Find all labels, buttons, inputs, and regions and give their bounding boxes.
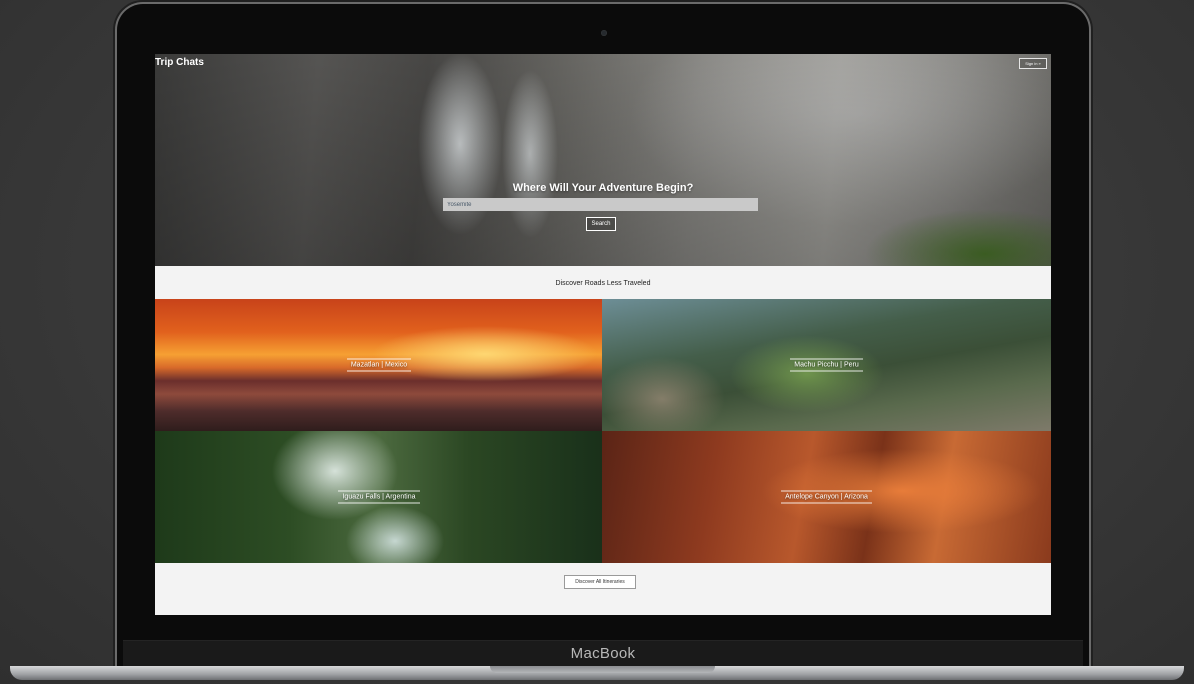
destination-label: Mazatlan | Mexico [346,358,412,372]
destination-search-input[interactable] [443,198,758,211]
discover-all-itineraries-button[interactable]: Discover All Itineraries [564,575,636,589]
laptop-base [0,664,1194,684]
section-title: Discover Roads Less Traveled [555,280,651,287]
search-button[interactable]: Search [586,217,616,231]
browser-screen: Trip Chats Sign in » Where Will Your Adv… [155,54,1051,615]
site-title[interactable]: Trip Chats [155,57,204,68]
destination-tile-mazatlan[interactable]: Mazatlan | Mexico [155,299,603,431]
destination-label: Antelope Canyon | Arizona [781,490,872,504]
device-brand-label: MacBook [570,645,636,662]
destination-label: Machu Picchu | Peru [790,358,863,372]
destination-label: Iguazu Falls | Argentina [338,490,420,504]
hero-banner [155,54,1051,266]
hero-heading: Where Will Your Adventure Begin? [512,182,694,194]
trackpad-notch [490,666,715,673]
sign-in-button[interactable]: Sign in » [1019,58,1047,69]
mockup-stage: MacBook Trip Chats Sign in » Where Will … [0,0,1194,684]
camera-icon [601,30,607,36]
destination-tile-machu-picchu[interactable]: Machu Picchu | Peru [602,299,1051,431]
destination-tile-antelope-canyon[interactable]: Antelope Canyon | Arizona [602,431,1051,563]
destination-tile-iguazu-falls[interactable]: Iguazu Falls | Argentina [155,431,603,563]
